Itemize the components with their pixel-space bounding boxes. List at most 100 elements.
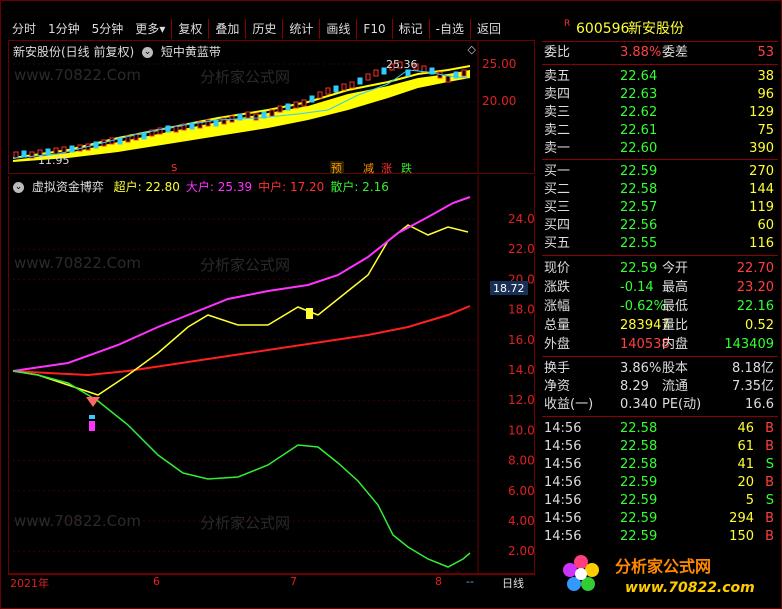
- tick-price: 22.59: [620, 511, 658, 526]
- candlestick: [365, 73, 371, 81]
- mark-button[interactable]: 标记: [391, 19, 429, 39]
- cursor-value: 18.72: [493, 282, 525, 295]
- buy-row: 买三 22.57 119: [542, 199, 778, 217]
- kline-panel[interactable]: 新安股份(日线 前复权) ⌄ 短中黄蓝带 ◇ 11.95 25.36 S 预 减…: [8, 40, 535, 174]
- cyan-marker: [89, 415, 95, 419]
- candlestick: [309, 95, 315, 103]
- tab-intraday[interactable]: 分时: [6, 19, 42, 39]
- buy-volume: 60: [757, 218, 774, 233]
- fund-value: 7.35亿: [732, 379, 774, 394]
- fund-row: 收益(一) 0.340 PE(动) 16.6: [542, 396, 778, 414]
- sell-level-label: 卖一: [544, 141, 571, 156]
- candlestick: [29, 151, 35, 159]
- tick-time: 14:56: [544, 439, 582, 454]
- stat-value: 143409: [724, 337, 774, 352]
- sell-volume: 390: [749, 141, 774, 156]
- fund-label: 换手: [544, 361, 571, 376]
- stock-code: 600596: [576, 21, 630, 37]
- signal-yu: 预: [331, 162, 342, 174]
- watchlist-button[interactable]: -自选: [428, 19, 470, 39]
- stat-label: 涨幅: [544, 299, 571, 314]
- indicator-ytick: 24.00: [508, 212, 535, 226]
- date-label-7: 7: [290, 575, 297, 588]
- history-button[interactable]: 历史: [245, 19, 282, 39]
- candlestick: [253, 113, 259, 121]
- stat-row: 外盘 140538 内盘 143409: [542, 336, 778, 354]
- sell-level-label: 卖三: [544, 105, 571, 120]
- candlestick: [293, 101, 299, 109]
- sell-row: 卖五 22.64 38: [542, 68, 778, 86]
- kline-chart: 11.95 25.36 S 预 减 涨 跌 25.00 20.00: [8, 40, 516, 174]
- sell-price: 22.63: [620, 87, 658, 102]
- fuquan-button[interactable]: 复权: [171, 19, 208, 39]
- chart-toolbar: 分时 1分钟 5分钟 更多▾ 复权 叠加 历史 统计 画线 F10 标记 -自选…: [6, 18, 540, 40]
- tick-time: 14:56: [544, 421, 582, 436]
- stat-label: 量比: [662, 318, 689, 333]
- candlestick: [373, 69, 379, 77]
- more-dropdown[interactable]: 更多▾: [129, 19, 171, 39]
- kline-ytick-1: 25.00: [482, 57, 516, 71]
- statistics-button[interactable]: 统计: [282, 19, 319, 39]
- tick-direction: B: [765, 529, 774, 544]
- fund-row: 净资 8.29 流通 7.35亿: [542, 378, 778, 396]
- tick-volume: 20: [737, 475, 754, 490]
- candlestick: [445, 75, 451, 83]
- back-button[interactable]: 返回: [469, 19, 507, 39]
- buy-price: 22.55: [620, 236, 658, 251]
- short-band-line: [12, 65, 471, 159]
- chevron-down-icon: ▾: [159, 22, 166, 36]
- f10-button[interactable]: F10: [356, 19, 391, 39]
- tick-row: 14:56 22.58 46 B: [542, 420, 778, 438]
- tick-volume: 61: [737, 439, 754, 454]
- quote-header: R 600596 新安股份: [542, 18, 778, 40]
- r-mark: R: [564, 19, 571, 29]
- logo-url: www.70822.com: [625, 580, 755, 596]
- indicator-chart: 24.0022.0020.0018.0016.0014.0012.0010.00…: [8, 175, 535, 573]
- stat-label: 今开: [662, 261, 689, 276]
- logo-text: 分析家公式网: [615, 557, 711, 576]
- stat-row: 涨幅 -0.62% 最低 22.16: [542, 298, 778, 316]
- candlestick: [165, 125, 171, 133]
- period-selector[interactable]: 日线: [502, 575, 524, 591]
- indicator-grid: 24.0022.0020.0018.0016.0014.0012.0010.00…: [8, 212, 535, 558]
- indicator-panel[interactable]: ⌄ 虚拟资金博弈 超户: 22.80 大户: 25.39 中户: 17.20 散户: …: [8, 175, 535, 574]
- candlestick: [333, 85, 339, 93]
- tick-row: 14:56 22.59 150 B: [542, 528, 778, 546]
- buy-volume: 270: [749, 164, 774, 179]
- tick-time: 14:56: [544, 457, 582, 472]
- candlestick: [13, 151, 19, 159]
- candlestick: [245, 111, 251, 119]
- buy-price: 22.58: [620, 182, 658, 197]
- buy-row: 买二 22.58 144: [542, 181, 778, 199]
- fund-value: 16.6: [745, 397, 774, 412]
- tick-row: 14:56 22.58 61 B: [542, 438, 778, 456]
- stat-label: 现价: [544, 261, 571, 276]
- tick-price: 22.58: [620, 457, 658, 472]
- tick-time: 14:56: [544, 493, 582, 508]
- signal-zhang: 涨: [381, 162, 392, 174]
- indicator-ytick: 10.00: [508, 423, 535, 437]
- sell-price: 22.60: [620, 141, 658, 156]
- draw-line-button[interactable]: 画线: [319, 19, 356, 39]
- tab-1min[interactable]: 1分钟: [42, 19, 86, 39]
- tick-row: 14:56 22.58 41 S: [542, 456, 778, 474]
- date-label-year: 2021年: [10, 577, 49, 590]
- sell-price: 22.64: [620, 69, 658, 84]
- weibi-row: 委比 3.88% 委差 53: [544, 45, 774, 60]
- scroll-dash[interactable]: --: [466, 575, 474, 588]
- fund-label: 净资: [544, 379, 571, 394]
- tick-volume: 5: [745, 493, 754, 508]
- overlay-button[interactable]: 叠加: [208, 19, 245, 39]
- tick-direction: B: [765, 511, 774, 526]
- s-marker: S: [171, 163, 177, 174]
- tick-direction: B: [765, 475, 774, 490]
- indicator-ytick: 4.00: [508, 514, 535, 528]
- stat-value: 0.52: [745, 318, 774, 333]
- candlestick: [21, 150, 27, 158]
- high-label: 25.36: [386, 58, 418, 71]
- tick-volume: 150: [729, 529, 754, 544]
- sell-volume: 38: [757, 69, 774, 84]
- tab-5min[interactable]: 5分钟: [86, 19, 130, 39]
- date-label-8: 8: [435, 575, 442, 588]
- buy-row: 买一 22.59 270: [542, 163, 778, 181]
